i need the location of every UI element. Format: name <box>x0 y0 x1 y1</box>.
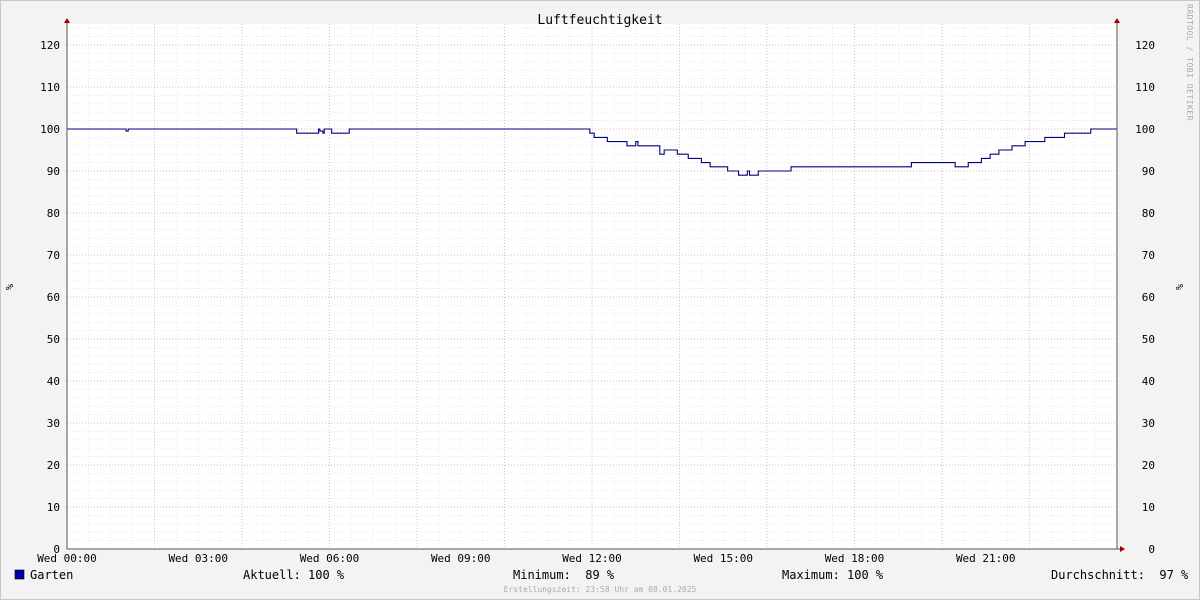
y-tick-label-left: 80 <box>47 207 60 220</box>
y-tick-label-right: 70 <box>1142 249 1155 262</box>
y-tick-label-right: 110 <box>1135 81 1155 94</box>
legend-swatch-garten <box>14 569 25 580</box>
chart: 0 10 20 30 40 50 60 70 80 90 100 110 120 0 10 20 30 40 50… <box>5 4 1194 594</box>
legend-maximum: Maximum: 100 % <box>782 568 884 582</box>
x-tick-label: Wed 21:00 <box>956 552 1016 565</box>
y-tick-label-right: 100 <box>1135 123 1155 136</box>
y-tick-label-right: 0 <box>1148 543 1155 556</box>
legend-series-name: Garten <box>30 568 73 582</box>
y-tick-label-left: 60 <box>47 291 60 304</box>
y-axis-label-right: % <box>1175 284 1186 290</box>
x-tick-label: Wed 09:00 <box>431 552 491 565</box>
y-tick-label-left: 40 <box>47 375 60 388</box>
y-tick-label-right: 50 <box>1142 333 1155 346</box>
y-axis-label-left: % <box>5 284 16 290</box>
x-tick-label: Wed 18:00 <box>825 552 885 565</box>
legend-minimum: Minimum: 89 % <box>513 568 615 582</box>
y-tick-label-right: 10 <box>1142 501 1155 514</box>
y-tick-label-right: 90 <box>1142 165 1155 178</box>
y-tick-label-right: 60 <box>1142 291 1155 304</box>
x-axis-arrow <box>1120 546 1125 552</box>
y-tick-label-left: 20 <box>47 459 60 472</box>
x-tick-labels: Wed 00:00 Wed 03:00 Wed 06:00 Wed 09:00 Wed … <box>37 552 1015 565</box>
x-tick-label: Wed 12:00 <box>562 552 622 565</box>
y-tick-label-left: 50 <box>47 333 60 346</box>
y-tick-label-left: 90 <box>47 165 60 178</box>
x-tick-label: Wed 00:00 <box>37 552 97 565</box>
y-tick-label-left: 120 <box>40 39 60 52</box>
y-tick-label-right: 30 <box>1142 417 1155 430</box>
legend-current: Aktuell: 100 % <box>243 568 345 582</box>
y-tick-labels-right: 0 10 20 30 40 50 60 70 80 90 100 110 120 <box>1135 39 1155 556</box>
y-tick-label-right: 120 <box>1135 39 1155 52</box>
y-tick-label-left: 10 <box>47 501 60 514</box>
y-tick-label-left: 100 <box>40 123 60 136</box>
x-tick-label: Wed 03:00 <box>168 552 228 565</box>
y-tick-labels-left: 0102030405060708090100110120 <box>40 39 60 556</box>
generation-timestamp: Erstellungszeit: 23:58 Uhr am 08.01.2025 <box>504 585 697 594</box>
x-tick-label: Wed 15:00 <box>693 552 753 565</box>
y-tick-label-right: 20 <box>1142 459 1155 472</box>
legend-average: Durchschnitt: 97 % <box>1051 568 1189 582</box>
y-axis-arrow-right <box>1114 18 1120 23</box>
chart-title: Luftfeuchtigkeit <box>537 13 662 28</box>
rrdtool-watermark: RRDTOOL / TOBI OETIKER <box>1185 4 1194 121</box>
y-tick-label-left: 70 <box>47 249 60 262</box>
y-tick-label-right: 40 <box>1142 375 1155 388</box>
y-axis-arrow-left <box>64 18 70 23</box>
y-tick-label-right: 80 <box>1142 207 1155 220</box>
y-tick-label-left: 30 <box>47 417 60 430</box>
x-tick-label: Wed 06:00 <box>300 552 360 565</box>
y-tick-label-left: 110 <box>40 81 60 94</box>
